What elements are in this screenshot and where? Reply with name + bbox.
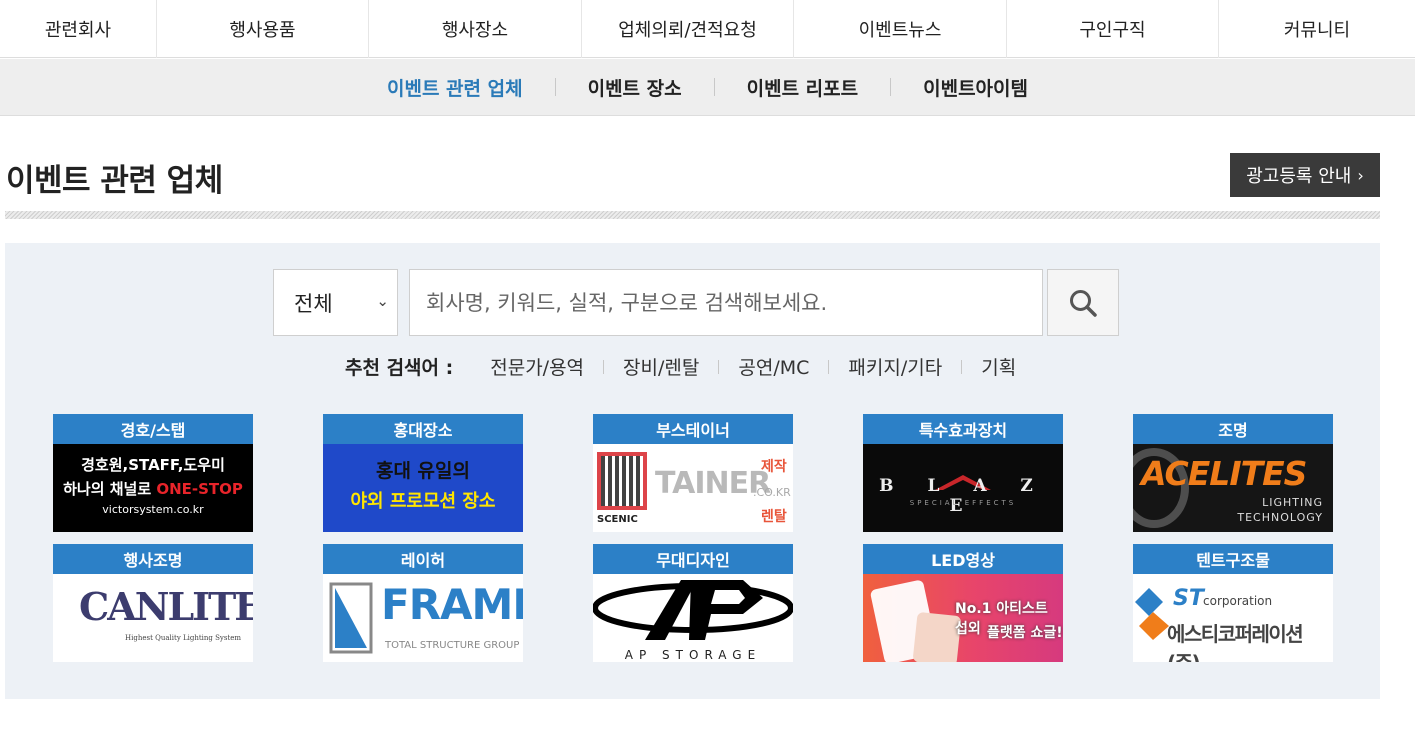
card-banner: No.1 아티스트 섭외 플랫폼 쇼글!	[863, 574, 1063, 662]
sub-nav-event-venues[interactable]: 이벤트 장소	[556, 74, 714, 101]
banner-text: AP STORAGE	[624, 648, 762, 662]
card-banner: 홍대 유일의 야외 프로모션 장소	[323, 444, 523, 532]
company-card[interactable]: 부스테이너 SCENIC TAINER .CO.KR 제작 렌탈	[593, 414, 793, 532]
ad-registration-label: 광고등록 안내	[1246, 166, 1352, 187]
banner-highlight: ONE-STOP	[156, 480, 243, 498]
banner-text: .CO.KR	[753, 486, 791, 499]
top-nav-event-venues[interactable]: 행사장소	[369, 0, 582, 58]
category-select-value: 전체	[294, 291, 333, 316]
search-input[interactable]	[409, 269, 1043, 336]
banner-text: B L A Z E	[879, 476, 1047, 516]
banner-text: ACELITES	[1141, 454, 1307, 493]
banner-text: 야외 프로모션 장소	[350, 491, 496, 512]
card-banner: AP STORAGE	[593, 574, 793, 662]
keyword-equipment-rental[interactable]: 장비/렌탈	[604, 353, 718, 380]
card-banner: 경호원,STAFF,도우미 하나의 채널로 ONE-STOP victorsys…	[53, 444, 253, 532]
ap-logo-icon	[593, 580, 793, 640]
banner-text: 플랫폼 쇼글!	[987, 625, 1063, 641]
banner-text: ST	[1173, 586, 1204, 611]
company-card[interactable]: 레이허 FRAME TOTAL STRUCTURE GROUP	[323, 544, 523, 662]
sub-nav-event-items[interactable]: 이벤트아이템	[891, 74, 1060, 101]
keyword-experts[interactable]: 전문가/용역	[471, 353, 603, 380]
banner-text: FRAME	[381, 580, 523, 629]
qr-code-icon	[597, 452, 647, 510]
company-card[interactable]: 홍대장소 홍대 유일의 야외 프로모션 장소	[323, 414, 523, 532]
company-card[interactable]: LED영상 No.1 아티스트 섭외 플랫폼 쇼글!	[863, 544, 1063, 662]
card-banner: FRAME TOTAL STRUCTURE GROUP	[323, 574, 523, 662]
chevron-down-icon: ⌄	[376, 292, 389, 310]
card-category: 특수효과장치	[863, 414, 1063, 444]
search-icon	[1070, 289, 1097, 317]
banner-text: LIGHTING	[1262, 496, 1323, 509]
category-select[interactable]: 전체 ⌄	[273, 269, 398, 336]
search-panel: 전체 ⌄ 추천 검색어 : 전문가/용역 장비/렌탈 공연/MC 패키지/기타 …	[5, 243, 1380, 699]
card-category: 부스테이너	[593, 414, 793, 444]
keyword-performance-mc[interactable]: 공연/MC	[719, 353, 828, 380]
top-nav-community[interactable]: 커뮤니티	[1219, 0, 1415, 58]
top-nav-quote-request[interactable]: 업체의뢰/견적요청	[582, 0, 794, 58]
card-category: 경호/스탭	[53, 414, 253, 444]
card-category: 레이허	[323, 544, 523, 574]
frame-logo-icon	[329, 582, 373, 654]
company-card[interactable]: 텐트구조물 ST corporation 에스티코퍼레이션(주)	[1133, 544, 1333, 662]
top-nav-jobs[interactable]: 구인구직	[1007, 0, 1219, 58]
banner-text: 홍대 유일의	[375, 460, 470, 482]
ad-registration-button[interactable]: 광고등록 안내 ›	[1230, 153, 1380, 197]
card-banner: ST corporation 에스티코퍼레이션(주)	[1133, 574, 1333, 662]
company-card[interactable]: 행사조명 CANLITE Highest Quality Lighting Sy…	[53, 544, 253, 662]
keyword-package-etc[interactable]: 패키지/기타	[829, 353, 961, 380]
page-title: 이벤트 관련 업체	[6, 163, 223, 199]
company-card[interactable]: 특수효과장치 B L A Z E SPECIAL EFFECTS	[863, 414, 1063, 532]
banner-text: TOTAL STRUCTURE GROUP	[385, 640, 520, 651]
top-nav-event-news[interactable]: 이벤트뉴스	[794, 0, 1007, 58]
banner-text: SPECIAL EFFECTS	[909, 499, 1017, 507]
company-card[interactable]: 조명 ACELITES LIGHTING TECHNOLOGY	[1133, 414, 1333, 532]
recommended-keywords-label: 추천 검색어 :	[345, 357, 454, 379]
company-card[interactable]: 무대디자인 AP STORAGE	[593, 544, 793, 662]
banner-text-row: 하나의 채널로 ONE-STOP	[53, 478, 253, 499]
card-banner: SCENIC TAINER .CO.KR 제작 렌탈	[593, 444, 793, 532]
card-banner: ACELITES LIGHTING TECHNOLOGY	[1133, 444, 1333, 532]
card-category: 텐트구조물	[1133, 544, 1333, 574]
banner-text: 에스티코퍼레이션(주)	[1167, 622, 1304, 662]
sub-nav: 이벤트 관련 업체 이벤트 장소 이벤트 리포트 이벤트아이템	[0, 59, 1415, 116]
banner-text: TECHNOLOGY	[1237, 511, 1323, 524]
sub-nav-event-report[interactable]: 이벤트 리포트	[715, 74, 891, 101]
card-category: 조명	[1133, 414, 1333, 444]
banner-text: corporation	[1203, 594, 1273, 608]
banner-text: 경호원,STAFF,도우미	[81, 456, 225, 474]
card-banner: B L A Z E SPECIAL EFFECTS	[863, 444, 1063, 532]
card-category: 무대디자인	[593, 544, 793, 574]
recommended-keywords: 추천 검색어 : 전문가/용역 장비/렌탈 공연/MC 패키지/기타 기획	[345, 353, 1035, 380]
top-nav-event-supplies[interactable]: 행사용품	[157, 0, 369, 58]
keyword-planning[interactable]: 기획	[962, 353, 1035, 380]
title-divider	[5, 211, 1380, 219]
card-category: LED영상	[863, 544, 1063, 574]
top-nav: 관련회사 행사용품 행사장소 업체의뢰/견적요청 이벤트뉴스 구인구직 커뮤니티	[0, 0, 1415, 58]
banner-text: Highest Quality Lighting System	[125, 634, 242, 642]
sub-nav-event-companies[interactable]: 이벤트 관련 업체	[355, 74, 555, 101]
banner-text: 렌탈	[761, 509, 787, 525]
company-card[interactable]: 경호/스탭 경호원,STAFF,도우미 하나의 채널로 ONE-STOP vic…	[53, 414, 253, 532]
banner-text: CANLITE	[79, 584, 253, 629]
chevron-right-icon: ›	[1357, 165, 1364, 185]
card-category: 홍대장소	[323, 414, 523, 444]
card-category: 행사조명	[53, 544, 253, 574]
banner-text: 제작	[761, 459, 787, 475]
top-nav-related-companies[interactable]: 관련회사	[0, 0, 157, 58]
banner-text: 하나의 채널로	[63, 480, 157, 498]
card-banner: CANLITE Highest Quality Lighting System	[53, 574, 253, 662]
banner-url: victorsystem.co.kr	[102, 503, 204, 516]
banner-text: SCENIC	[597, 514, 638, 525]
search-button[interactable]	[1047, 269, 1119, 336]
st-logo-icon	[1135, 588, 1169, 640]
